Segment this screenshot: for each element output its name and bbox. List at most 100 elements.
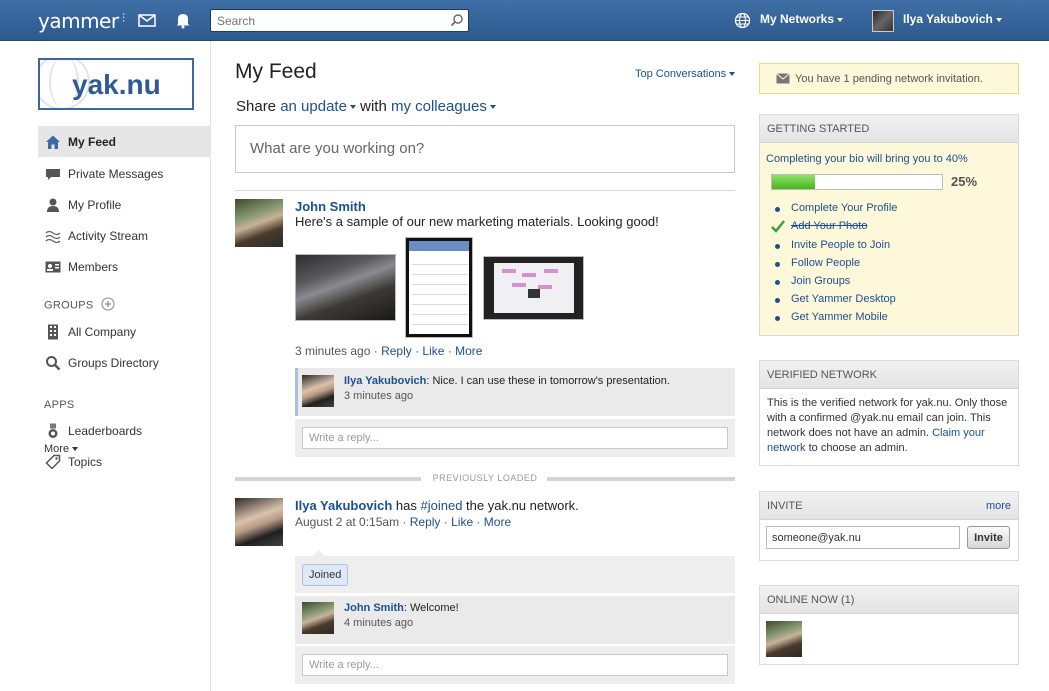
network-logo-text: yak.nu: [72, 69, 161, 100]
diagram-block: [512, 283, 526, 287]
sidebar-item-activity-stream[interactable]: Activity Stream: [38, 220, 211, 251]
author-avatar[interactable]: [235, 498, 283, 546]
list-item[interactable]: Complete Your Profile: [775, 202, 897, 214]
invite-email-input[interactable]: [767, 527, 959, 548]
sidebar-item-my-profile[interactable]: My Profile: [38, 189, 211, 220]
list-item[interactable]: Follow People: [775, 257, 860, 269]
post-meta: 3 minutes ago · Reply · Like · More: [295, 344, 483, 358]
post-text: the yak.nu network.: [462, 498, 579, 513]
reply-field: [302, 427, 728, 449]
pending-invitation-notice[interactable]: You have 1 pending network invitation.: [759, 63, 1019, 94]
checkmark-icon: [771, 220, 785, 236]
yammer-logo[interactable]: yammer⋮: [38, 9, 129, 33]
post-timestamp[interactable]: August 2 at 0:15am: [295, 515, 399, 529]
reply-input[interactable]: [303, 428, 727, 448]
top-conversations-dropdown[interactable]: Top Conversations: [635, 68, 736, 80]
my-networks-menu[interactable]: My Networks: [760, 12, 844, 26]
post-timestamp[interactable]: 3 minutes ago: [295, 344, 370, 358]
sidebar-item-all-company[interactable]: All Company: [38, 316, 211, 347]
attachment-thumbnail[interactable]: [295, 254, 396, 321]
online-user-avatar[interactable]: [766, 621, 802, 657]
reply-link[interactable]: Reply: [410, 515, 441, 529]
envelope-icon[interactable]: [138, 11, 156, 29]
sidebar-item-leaderboards[interactable]: Leaderboards: [38, 415, 211, 446]
id-card-icon: [44, 259, 62, 275]
reply-input[interactable]: [303, 655, 727, 675]
add-group-icon[interactable]: [101, 297, 115, 314]
list-item[interactable]: Get Yammer Desktop: [775, 293, 896, 305]
joined-tag[interactable]: Joined: [302, 564, 349, 586]
chevron-down-icon: [489, 105, 496, 110]
previously-loaded-separator: PREVIOUSLY LOADED: [235, 473, 735, 484]
task-label: Add Your Photo: [791, 220, 868, 232]
reply-timestamp[interactable]: 3 minutes ago: [344, 390, 413, 402]
globe-icon[interactable]: [734, 12, 752, 30]
invite-more-link[interactable]: more: [986, 492, 1011, 520]
reply-avatar[interactable]: [302, 602, 334, 634]
envelope-icon: [44, 166, 62, 182]
panel-title: ONLINE NOW (1): [760, 586, 1018, 614]
share-type-dropdown[interactable]: an update: [280, 98, 356, 115]
attachment-thumbnail[interactable]: [483, 256, 584, 320]
attachment-thumbnail[interactable]: [405, 237, 473, 338]
post-author[interactable]: Ilya Yakubovich: [295, 498, 392, 513]
sidebar-item-private-messages[interactable]: Private Messages: [38, 158, 211, 189]
tag-area: [295, 556, 735, 593]
invite-button[interactable]: Invite: [967, 526, 1010, 549]
more-link[interactable]: More: [484, 515, 511, 529]
sidebar-item-label: My Feed: [68, 134, 117, 149]
reply-field: [302, 654, 728, 676]
list-item[interactable]: Invite People to Join: [775, 239, 890, 251]
bell-icon[interactable]: [174, 11, 192, 29]
list-item[interactable]: Add Your Photo: [771, 220, 868, 233]
hashtag-link[interactable]: #joined: [421, 498, 463, 513]
logo-text: yammer: [38, 9, 119, 33]
diagram-block: [522, 273, 536, 277]
author-avatar[interactable]: [235, 199, 283, 247]
sidebar-item-my-feed[interactable]: My Feed: [38, 126, 211, 157]
post-author[interactable]: John Smith: [295, 199, 366, 214]
share-audience-label: my colleagues: [390, 98, 487, 115]
sidebar-item-label: Private Messages: [68, 166, 164, 181]
reply-author[interactable]: John Smith: [344, 602, 404, 614]
search-input[interactable]: [211, 10, 441, 31]
reply-author[interactable]: Ilya Yakubovich: [344, 375, 426, 387]
bullet-icon: [775, 262, 780, 267]
network-logo[interactable]: yak.nu: [38, 58, 194, 110]
reply-timestamp[interactable]: 4 minutes ago: [344, 617, 413, 629]
publisher-input[interactable]: [236, 126, 734, 172]
verified-network-panel: VERIFIED NETWORK This is the verified ne…: [759, 360, 1019, 466]
user-menu[interactable]: Ilya Yakubovich: [903, 12, 1002, 26]
diagram-block: [538, 285, 552, 289]
sidebar-item-groups-directory[interactable]: Groups Directory: [38, 347, 211, 378]
share-type-label: an update: [280, 98, 347, 115]
search-icon[interactable]: [450, 13, 464, 30]
sidebar-item-members[interactable]: Members: [38, 251, 211, 282]
reply-link[interactable]: Reply: [381, 344, 412, 358]
share-audience-dropdown[interactable]: my colleagues: [391, 98, 496, 115]
post-meta: August 2 at 0:15am · Reply · Like · More: [295, 515, 512, 529]
list-item[interactable]: Join Groups: [775, 275, 850, 287]
phone-list: [412, 255, 468, 333]
like-link[interactable]: Like: [422, 344, 444, 358]
wave-icon: [44, 228, 62, 244]
sidebar-item-label: Activity Stream: [68, 228, 149, 243]
invitation-text: You have 1 pending network invitation.: [795, 72, 983, 85]
my-networks-label: My Networks: [760, 12, 835, 26]
list-item[interactable]: Get Yammer Mobile: [775, 311, 888, 323]
sidebar-item-label: Leaderboards: [68, 423, 143, 438]
progress-subtitle: Completing your bio will bring you to 40…: [766, 153, 968, 165]
like-link[interactable]: Like: [451, 515, 473, 529]
bullet-icon: [775, 280, 780, 285]
more-label: More: [44, 443, 70, 455]
panel-header: INVITE more: [760, 492, 1018, 520]
reply-avatar[interactable]: [302, 375, 334, 407]
task-label: Complete Your Profile: [791, 202, 898, 214]
more-link[interactable]: More: [455, 344, 482, 358]
video-frame: [494, 263, 574, 313]
claim-suffix: to choose an admin.: [805, 442, 908, 454]
sidebar-more-menu[interactable]: More: [44, 443, 79, 455]
tag-icon: [44, 454, 62, 470]
user-avatar[interactable]: [872, 10, 894, 32]
apps-title: APPS: [44, 399, 75, 411]
